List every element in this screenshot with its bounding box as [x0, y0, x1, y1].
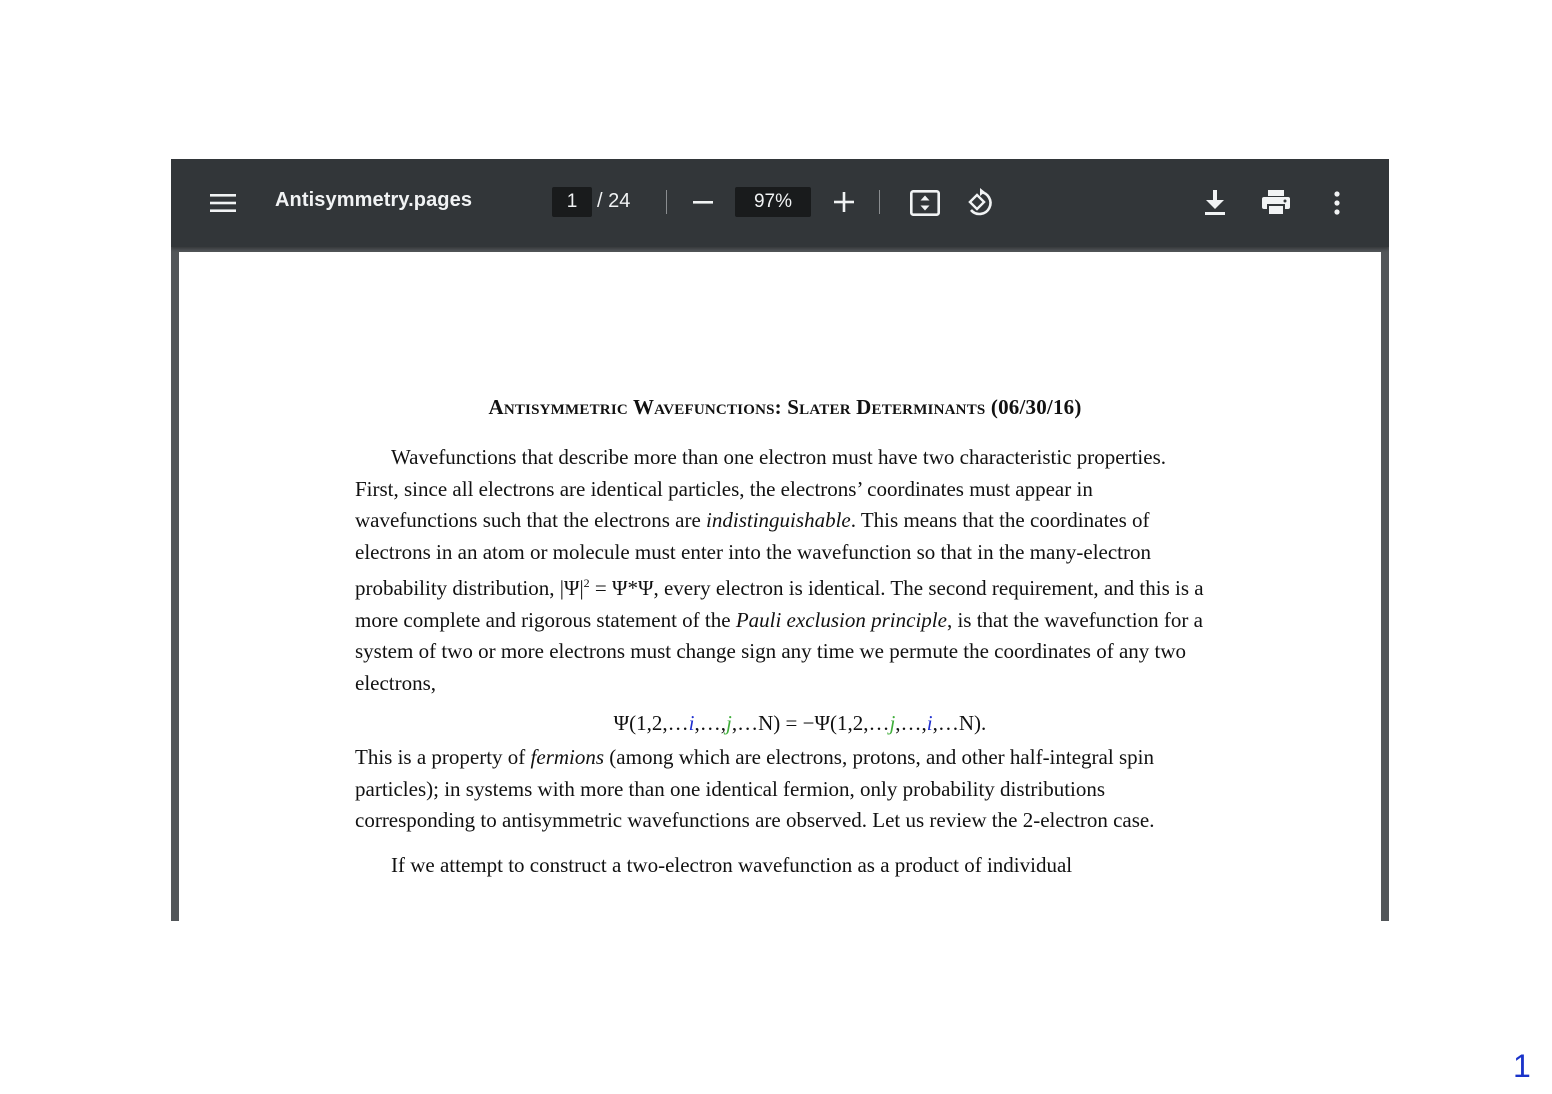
document-content: Antisymmetric Wavefunctions: Slater Dete… [355, 395, 1215, 881]
equation-part: ,…N) = −Ψ(1,2,… [731, 711, 890, 735]
menu-icon [210, 192, 236, 214]
document-title: Antisymmetry.pages [275, 189, 473, 211]
pdf-viewer: Antisymmetry.pages / 24 [171, 159, 1389, 921]
antisymmetry-equation: Ψ(1,2,…i,…,j,…N) = −Ψ(1,2,…j,…,i,…N). [355, 708, 1215, 738]
zoom-out-button[interactable] [683, 181, 723, 223]
pdf-page: Antisymmetric Wavefunctions: Slater Dete… [179, 252, 1381, 921]
print-button[interactable] [1253, 181, 1299, 225]
page-total: / 24 [597, 190, 631, 212]
page-number-input[interactable] [552, 187, 592, 217]
pdf-toolbar: Antisymmetry.pages / 24 [171, 159, 1389, 247]
emphasis-text: Pauli exclusion principle [735, 607, 947, 632]
rotate-icon [965, 188, 995, 218]
paragraph-3: If we attempt to construct a two-electro… [391, 852, 1073, 877]
paragraph-2: This is a property of fermions (among wh… [355, 742, 1215, 837]
plus-icon [834, 192, 854, 212]
minus-icon [693, 192, 713, 212]
toolbar-divider [879, 190, 880, 214]
text-run: This is a property of [355, 745, 531, 769]
equation-part: ,…, [895, 711, 927, 735]
print-icon [1262, 190, 1290, 216]
more-options-button[interactable] [1315, 181, 1359, 225]
equation-part: Ψ(1,2,… [613, 711, 689, 735]
more-vertical-icon [1334, 191, 1340, 215]
zoom-in-button[interactable] [824, 181, 864, 223]
equation-part: ,…N). [932, 711, 987, 735]
equation-part: ,…, [694, 711, 727, 735]
fit-to-page-button[interactable] [903, 181, 947, 225]
menu-button[interactable] [199, 181, 247, 225]
download-button[interactable] [1192, 181, 1238, 225]
fit-to-page-icon [910, 190, 940, 216]
zoom-level-input[interactable] [735, 187, 811, 217]
emphasis-text: indistinguishable [706, 508, 851, 532]
download-icon [1204, 190, 1226, 216]
slide-page-number: 1 [1513, 1048, 1531, 1084]
emphasis-text: fermions [530, 745, 605, 769]
toolbar-divider [666, 190, 667, 214]
paragraph-1: Wavefunctions that describe more than on… [355, 442, 1215, 699]
rotate-button[interactable] [958, 181, 1002, 225]
document-heading: Antisymmetric Wavefunctions: Slater Dete… [488, 395, 1082, 419]
